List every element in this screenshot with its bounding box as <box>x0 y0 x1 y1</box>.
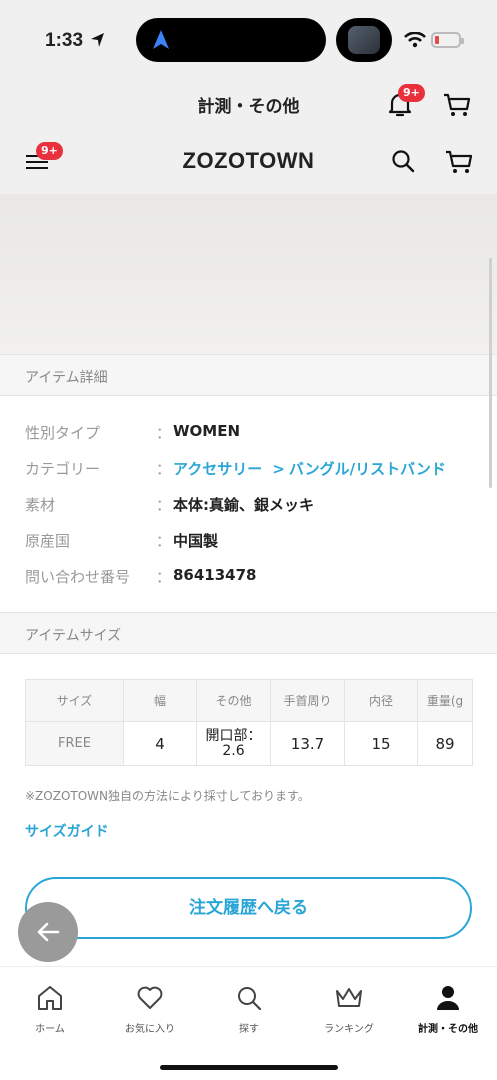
size-header-cell: 手首周り <box>270 679 345 722</box>
media-thumbnail <box>348 26 380 54</box>
home-indicator <box>160 1065 338 1070</box>
cart-icon[interactable] <box>443 92 471 118</box>
category-separator: > <box>272 460 285 478</box>
table-row: FREE 4 開口部：2.6 13.7 15 89 <box>25 721 473 766</box>
battery-icon <box>431 32 464 48</box>
wifi-icon <box>404 32 426 48</box>
detail-row-inquiry-number: 問い合わせ番号 ： 86413478 <box>25 566 257 586</box>
bottom-tab-bar: ホーム お気に入り 探す ランキング 計測・その他 <box>0 966 497 1080</box>
arrow-left-icon <box>37 922 60 942</box>
size-label-cell: FREE <box>25 721 124 766</box>
size-value-cell: 15 <box>344 721 418 766</box>
scrollbar[interactable] <box>489 258 492 488</box>
back-to-orders-button[interactable]: 注文履歴へ戻る <box>25 877 472 939</box>
search-icon[interactable] <box>391 149 415 173</box>
dynamic-island <box>136 18 326 62</box>
size-value-cell: 89 <box>417 721 473 766</box>
tab-ranking[interactable]: ランキング <box>299 985 399 1035</box>
size-table-header: サイズ 幅 その他 手首周り 内径 重量(g <box>25 679 473 722</box>
status-time: 1:33 <box>45 30 84 51</box>
detail-row-material: 素材 ： 本体:真鍮、銀メッキ <box>25 496 314 514</box>
item-size-header: アイテムサイズ <box>0 612 497 654</box>
size-header-cell: 重量(g <box>417 679 473 722</box>
heart-icon <box>137 986 163 1009</box>
category-link-accessory[interactable]: アクセサリー <box>173 460 262 478</box>
location-arrow-icon <box>91 33 104 47</box>
tab-favorites[interactable]: お気に入り <box>100 985 200 1035</box>
size-header-cell: 幅 <box>123 679 197 722</box>
detail-row-category: カテゴリー ： アクセサリー > バングル/リストバンド <box>25 460 446 478</box>
size-header-cell: 内径 <box>344 679 418 722</box>
item-details-header: アイテム詳細 <box>0 354 497 396</box>
search-icon <box>238 987 262 1011</box>
dynamic-island-media <box>336 18 392 62</box>
category-link-bangle[interactable]: バングル/リストバンド <box>289 460 446 478</box>
tab-search[interactable]: 探す <box>199 985 299 1035</box>
back-button[interactable] <box>18 902 78 962</box>
detail-row-gender: 性別タイプ ： WOMEN <box>25 422 241 442</box>
size-header-cell: サイズ <box>25 679 124 722</box>
brand-bar: 9+ ZOZOTOWN <box>0 128 497 194</box>
cart-icon[interactable] <box>445 149 473 175</box>
size-guide-link[interactable]: サイズガイド <box>25 821 109 841</box>
tab-measure-other[interactable]: 計測・その他 <box>398 985 497 1035</box>
product-image[interactable] <box>0 194 497 354</box>
notification-badge: 9+ <box>398 84 425 102</box>
top-header: 計測・その他 9+ <box>0 80 497 128</box>
home-icon <box>38 986 62 1010</box>
status-bar: 1:33 <box>0 0 497 80</box>
size-value-cell: 13.7 <box>270 721 345 766</box>
tab-home[interactable]: ホーム <box>0 985 100 1035</box>
size-value-cell: 4 <box>123 721 197 766</box>
detail-row-origin: 原産国 ： 中国製 <box>25 532 219 550</box>
notification-button[interactable]: 9+ <box>386 84 425 122</box>
size-value-cell: 開口部：2.6 <box>196 721 271 766</box>
person-icon <box>437 986 459 1010</box>
navigation-icon <box>153 30 169 49</box>
measurement-note: ※ZOZOTOWN独自の方法により採寸しております。 <box>25 789 310 803</box>
crown-icon <box>336 988 362 1007</box>
size-table[interactable]: サイズ 幅 その他 手首周り 内径 重量(g FREE 4 開口部：2.6 13… <box>25 679 473 766</box>
zozotown-logo[interactable]: ZOZOTOWN <box>0 148 497 174</box>
size-header-cell: その他 <box>196 679 271 722</box>
